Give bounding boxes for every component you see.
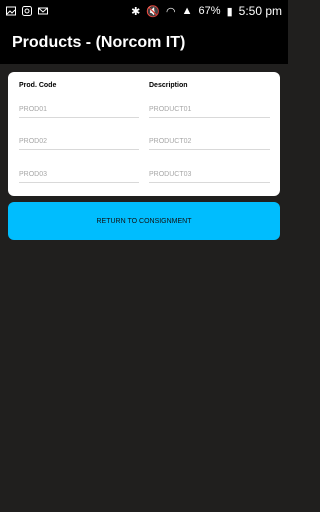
products-card: Prod. Code Description PROD01 PRODUCT01 …	[8, 72, 280, 196]
column-header-code: Prod. Code	[19, 82, 57, 89]
battery-level: 67%	[198, 5, 221, 17]
column-header-description: Description	[149, 82, 188, 89]
product-description-field[interactable]: PRODUCT01	[149, 106, 270, 118]
mail-icon	[38, 7, 48, 15]
wifi-icon: ◠	[166, 5, 176, 18]
product-code-field[interactable]: PROD02	[19, 138, 139, 150]
battery-icon: ▮	[226, 5, 233, 18]
instagram-icon	[22, 6, 32, 16]
signal-icon: ▲	[181, 5, 193, 17]
product-description-field[interactable]: PRODUCT03	[149, 171, 270, 183]
mute-icon: 🔇	[146, 5, 161, 18]
product-code-field[interactable]: PROD03	[19, 171, 139, 183]
bluetooth-icon: ✱	[131, 5, 141, 18]
product-description-field[interactable]: PRODUCT02	[149, 138, 270, 150]
return-to-consignment-button[interactable]: RETURN TO CONSIGNMENT	[8, 202, 280, 240]
page-title: Products - (Norcom IT)	[12, 34, 186, 51]
system-icons: ✱ 🔇 ◠ ▲ 67% ▮ 5:50 pm	[131, 4, 282, 18]
clock: 5:50 pm	[238, 4, 282, 18]
gallery-icon	[6, 6, 16, 16]
return-button-label: RETURN TO CONSIGNMENT	[96, 217, 192, 225]
product-code-field[interactable]: PROD01	[19, 106, 139, 118]
status-bar: ✱ 🔇 ◠ ▲ 67% ▮ 5:50 pm	[0, 0, 288, 22]
app-bar: Products - (Norcom IT)	[0, 22, 288, 64]
notification-icons	[6, 6, 48, 16]
